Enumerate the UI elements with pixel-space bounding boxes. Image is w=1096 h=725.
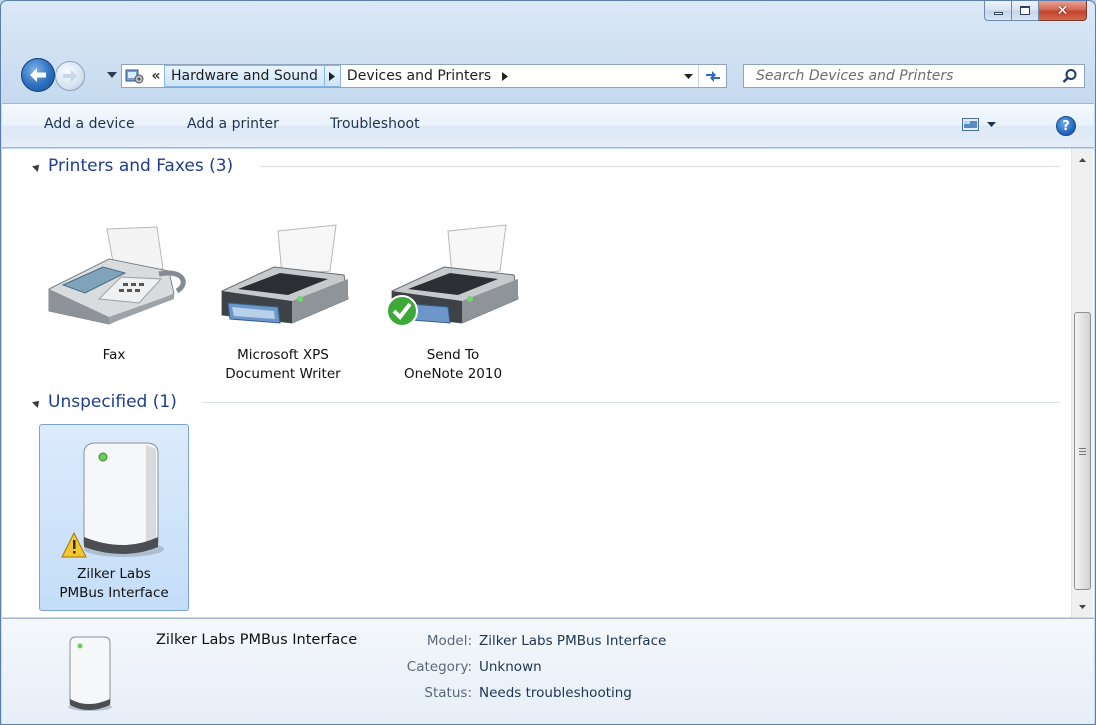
details-field-value: Needs troubleshooting — [479, 685, 632, 701]
search-box[interactable] — [743, 64, 1085, 88]
recent-pages-button[interactable] — [105, 68, 119, 82]
chevron-down-icon — [987, 122, 996, 127]
navigation-bar: « Hardware and Sound Devices and Printer… — [21, 58, 1091, 92]
device-item-send-to-onenote-2010[interactable]: Send To OneNote 2010 — [377, 219, 529, 382]
device-label: Send To OneNote 2010 — [403, 347, 503, 382]
back-arrow-icon — [30, 68, 46, 82]
printer-icon — [386, 224, 519, 327]
device-item-zilker-labs-pmbus-interface[interactable]: Zilker Labs PMBus Interface — [39, 424, 189, 611]
command-bar: Add a device Add a printer Troubleshoot … — [2, 103, 1094, 148]
collapse-triangle-icon[interactable] — [32, 398, 42, 408]
address-dropdown-button[interactable] — [680, 65, 696, 87]
chevron-down-icon — [683, 73, 693, 79]
details-field-label: Model: — [426, 633, 472, 649]
chevron-down-icon — [1079, 604, 1086, 609]
group-header-printers-and-faxes[interactable]: Printers and Faxes (3) — [32, 154, 234, 178]
scroll-thumb[interactable] — [1074, 312, 1091, 590]
minimize-button[interactable] — [984, 1, 1012, 21]
caption-buttons: ✕ — [984, 1, 1087, 21]
overflow-chevron[interactable]: « — [148, 68, 164, 84]
help-button[interactable]: ? — [1056, 116, 1076, 136]
close-icon: ✕ — [1056, 2, 1069, 19]
troubleshoot-button[interactable]: Troubleshoot — [330, 116, 420, 132]
printer-icon — [221, 224, 349, 324]
maximize-icon — [1020, 6, 1030, 15]
breadcrumb-separator-icon[interactable] — [497, 65, 513, 87]
details-field-value: Zilker Labs PMBus Interface — [479, 633, 667, 649]
vertical-scrollbar[interactable] — [1071, 149, 1093, 617]
view-icon — [962, 118, 979, 131]
address-bar[interactable]: « Hardware and Sound Devices and Printer… — [121, 64, 727, 88]
device-item-fax[interactable]: Fax — [38, 219, 190, 371]
device-label: Zilker Labs PMBus Interface — [59, 566, 169, 601]
group-title: Printers and Faxes (3) — [48, 156, 234, 176]
back-button[interactable] — [21, 58, 55, 92]
warning-icon — [61, 531, 87, 558]
close-button[interactable]: ✕ — [1039, 1, 1087, 21]
grip-icon — [1079, 447, 1086, 455]
fax-icon — [48, 226, 186, 325]
details-field-label: Status: — [424, 685, 472, 701]
scroll-down-button[interactable] — [1072, 598, 1093, 615]
device-tower-icon — [68, 636, 112, 711]
change-view-button[interactable] — [962, 118, 996, 131]
device-label: Microsoft XPS Document Writer — [225, 347, 341, 382]
device-tower-icon — [61, 442, 164, 558]
details-field-label: Category: — [406, 659, 472, 675]
device-item-microsoft-xps-document-writer[interactable]: Microsoft XPS Document Writer — [207, 219, 359, 382]
chevron-down-icon — [107, 72, 117, 78]
forward-arrow-icon — [63, 70, 77, 82]
add-printer-button[interactable]: Add a printer — [187, 116, 279, 132]
breadcrumb-devices-and-printers[interactable]: Devices and Printers — [341, 65, 497, 87]
control-panel-icon — [122, 65, 148, 87]
device-label: Fax — [102, 347, 126, 363]
breadcrumb-hardware-and-sound[interactable]: Hardware and Sound — [164, 65, 325, 87]
refresh-button[interactable] — [698, 65, 726, 87]
add-device-button[interactable]: Add a device — [44, 116, 135, 132]
details-device-name: Zilker Labs PMBus Interface — [156, 632, 358, 648]
help-icon: ? — [1062, 118, 1070, 134]
forward-button[interactable] — [55, 61, 85, 91]
chevron-up-icon — [1079, 157, 1086, 162]
devices-pane: Printers and Faxes (3) Fax Microsoft XPS… — [2, 149, 1094, 617]
details-field-value: Unknown — [479, 659, 542, 675]
group-divider — [202, 402, 1060, 403]
default-check-icon — [386, 295, 418, 327]
minimize-icon — [993, 12, 1003, 15]
explorer-window: ✕ « Hardware and Sound Devices and Print… — [0, 0, 1096, 725]
group-header-unspecified[interactable]: Unspecified (1) — [32, 390, 177, 414]
refresh-icon — [705, 71, 720, 82]
search-icon[interactable] — [1062, 68, 1078, 84]
group-title: Unspecified (1) — [48, 392, 177, 412]
breadcrumb-separator-icon[interactable] — [324, 65, 341, 87]
collapse-triangle-icon[interactable] — [32, 162, 42, 172]
maximize-button[interactable] — [1012, 1, 1039, 21]
search-input[interactable] — [744, 68, 1044, 84]
group-divider — [260, 166, 1060, 167]
scroll-up-button[interactable] — [1072, 151, 1093, 168]
details-pane: Zilker Labs PMBus Interface Model: Zilke… — [2, 618, 1094, 724]
